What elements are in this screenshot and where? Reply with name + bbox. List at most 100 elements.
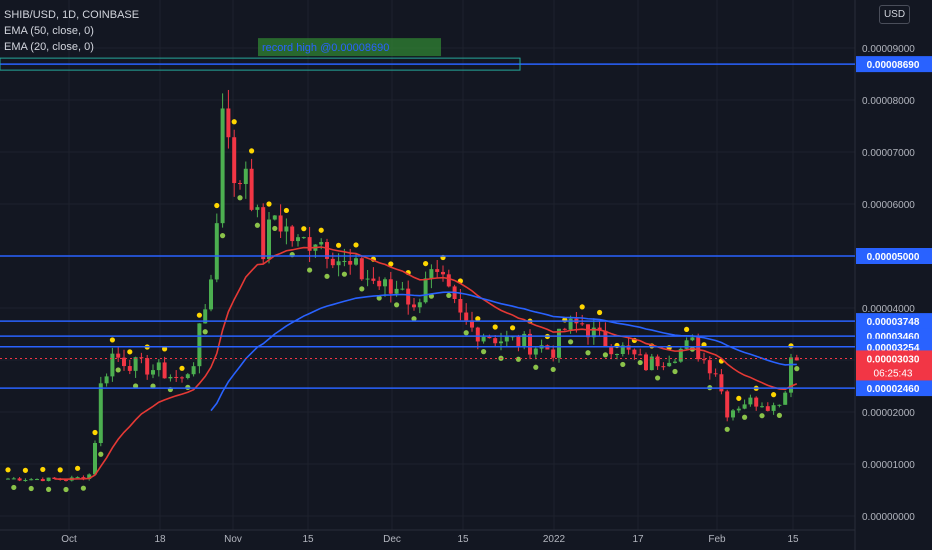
high-dot — [5, 467, 11, 473]
low-dot — [28, 485, 34, 492]
low-dot — [568, 339, 574, 345]
level-label: 0.00002460 — [867, 384, 920, 395]
candle-body — [777, 404, 782, 406]
candle-body — [475, 327, 480, 342]
candle-body — [133, 357, 138, 371]
candle-body — [609, 346, 614, 355]
candle-body — [702, 359, 706, 361]
chart-background — [0, 0, 932, 550]
low-dot — [237, 195, 243, 201]
low-dot — [759, 413, 765, 419]
low-dot — [220, 233, 226, 239]
candle-body — [435, 269, 440, 272]
level-label: 0.00005000 — [867, 252, 920, 263]
candle-body — [673, 361, 677, 363]
candle-body — [551, 349, 556, 358]
candle-body — [383, 279, 387, 287]
low-dot — [202, 329, 208, 335]
candle-body — [174, 376, 179, 378]
candle-body — [406, 288, 411, 305]
candle-body — [754, 397, 759, 407]
x-tick-label: 2022 — [543, 534, 566, 545]
candle-body — [783, 392, 788, 405]
candle-body — [168, 376, 173, 379]
candle-body — [319, 242, 324, 245]
high-dot — [423, 260, 429, 267]
high-dot — [196, 312, 202, 318]
candle-body — [180, 377, 184, 379]
candle-body — [151, 370, 155, 375]
candle-body — [736, 408, 741, 411]
high-dot — [318, 227, 324, 233]
candle-body — [638, 354, 643, 356]
y-tick-label: 0.00006000 — [862, 200, 915, 211]
high-dot — [75, 465, 81, 471]
low-dot — [46, 486, 52, 492]
high-dot — [788, 343, 794, 349]
candle-body — [394, 288, 399, 294]
x-tick-label: Feb — [708, 534, 726, 545]
candle-body — [359, 258, 364, 280]
low-dot — [80, 485, 86, 491]
candle-body — [284, 226, 289, 232]
candle-body — [516, 336, 521, 348]
candle-body — [249, 168, 254, 210]
candle-body — [499, 341, 503, 344]
candle-body — [261, 207, 266, 260]
candle-body — [301, 237, 306, 239]
candle-body — [267, 219, 271, 260]
x-tick-label: 15 — [787, 534, 799, 545]
candle-body — [533, 348, 538, 355]
x-tick-label: Oct — [61, 534, 77, 545]
candle-body — [568, 318, 573, 330]
high-dot — [283, 207, 289, 214]
candle-body — [342, 260, 347, 262]
candle-body — [644, 354, 648, 371]
candle-body — [98, 383, 103, 443]
candle-body — [64, 479, 68, 481]
candle-body — [197, 323, 202, 367]
candle-body — [661, 366, 666, 368]
candle-body — [760, 406, 764, 408]
candle-body — [330, 258, 335, 266]
y-tick-label: 0.00001000 — [862, 460, 915, 471]
candle-body — [290, 226, 295, 242]
price-chart[interactable]: 0.00009000 0.00008000 0.00007000 0.00006000… — [0, 0, 932, 550]
candle-body — [528, 333, 532, 355]
currency-button[interactable]: USD — [879, 5, 910, 24]
candle-body — [6, 478, 10, 480]
high-dot — [597, 309, 603, 316]
candle-body — [417, 302, 422, 308]
low-dot — [272, 225, 278, 232]
low-dot — [63, 486, 69, 493]
candle-body — [441, 271, 445, 275]
low-dot — [776, 412, 783, 418]
low-dot — [254, 222, 260, 228]
high-dot — [231, 119, 237, 125]
low-dot — [394, 302, 400, 308]
high-dot — [509, 325, 516, 331]
candle-body — [93, 442, 97, 475]
record-high-annotation: record high @0.00008690 — [262, 42, 389, 54]
candle-body — [412, 304, 416, 308]
high-dot — [684, 326, 690, 333]
candle-body — [348, 260, 353, 265]
candle-body — [377, 280, 382, 287]
candle-body — [185, 374, 190, 379]
candle-body — [278, 215, 283, 232]
candle-body — [214, 223, 219, 280]
candle-body — [400, 288, 405, 290]
candle-body — [29, 479, 34, 481]
candle-body — [725, 391, 730, 418]
candle-body — [742, 404, 747, 409]
candle-body — [127, 366, 132, 371]
low-dot — [11, 484, 17, 491]
low-dot — [550, 366, 556, 373]
candle-body — [557, 328, 561, 358]
candle-body — [255, 207, 260, 210]
low-dot — [533, 364, 539, 370]
x-tick-label: 18 — [154, 534, 166, 545]
x-tick-label: 17 — [632, 534, 644, 545]
low-dot — [481, 349, 487, 355]
candle-body — [116, 353, 121, 358]
